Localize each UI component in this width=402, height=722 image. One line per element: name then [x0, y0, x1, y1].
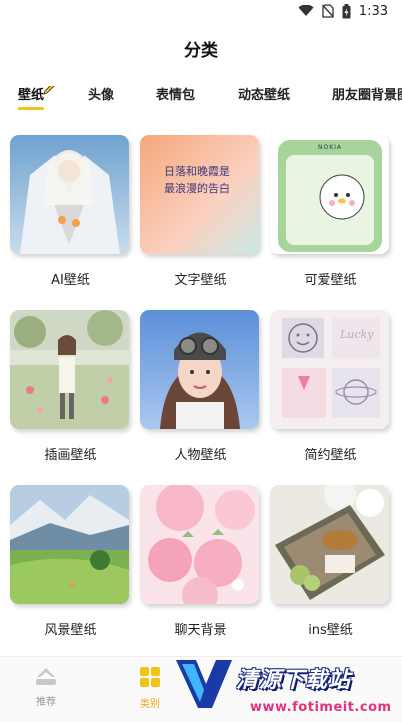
- ai-wallpaper-thumbnail: [10, 135, 129, 254]
- battery-icon: [342, 3, 351, 18]
- page-title: 分类: [184, 41, 218, 61]
- tab-moments-background[interactable]: 朋友圈背景图: [332, 86, 402, 106]
- tab-label: 壁纸: [18, 88, 45, 103]
- illustration-wallpaper-thumbnail: [10, 310, 129, 429]
- status-bar: 1:33: [0, 0, 402, 22]
- chat-background-thumbnail: [140, 485, 259, 604]
- category-card-people[interactable]: 人物壁纸: [140, 310, 261, 463]
- category-icon: [140, 667, 160, 687]
- watermark-title: 清源下载站: [236, 668, 352, 693]
- no-sim-icon: [321, 4, 334, 18]
- recommend-icon: [36, 668, 56, 685]
- category-card-landscape[interactable]: 风景壁纸: [10, 485, 131, 638]
- category-card-text[interactable]: 日落和晚霞是最浪漫的告白 文字壁纸: [140, 135, 261, 288]
- watermark-logo: [176, 660, 232, 708]
- status-time: 1:33: [358, 3, 388, 19]
- category-card-minimal[interactable]: Lucky 简约壁纸: [270, 310, 391, 463]
- category-label: 风景壁纸: [44, 623, 97, 638]
- category-label: AI壁纸: [51, 273, 90, 288]
- category-label: 可爱壁纸: [304, 273, 357, 288]
- landscape-wallpaper-thumbnail: [10, 485, 129, 604]
- nav-label: 推荐: [36, 697, 56, 708]
- people-wallpaper-thumbnail: [140, 310, 259, 429]
- watermark-url: www.fotimeit.com: [250, 700, 392, 715]
- category-label: 简约壁纸: [304, 448, 357, 463]
- category-card-chat-background[interactable]: 聊天背景: [140, 485, 261, 638]
- category-card-cute[interactable]: NOKIA 可爱壁纸: [270, 135, 391, 288]
- minimal-wallpaper-thumbnail: Lucky: [270, 310, 389, 429]
- category-label: 插画壁纸: [44, 448, 97, 463]
- category-label: 聊天背景: [174, 623, 227, 638]
- tab-avatar[interactable]: 头像: [88, 86, 114, 106]
- thumbnail-text: Lucky: [340, 328, 374, 341]
- pencil-icon: [43, 86, 55, 95]
- category-tabs: 壁纸 头像 表情包 动态壁纸 朋友圈背景图: [18, 86, 402, 110]
- text-wallpaper-thumbnail: 日落和晚霞是最浪漫的告白: [140, 135, 259, 254]
- thumbnail-text: 日落和晚霞是最浪漫的告白: [164, 165, 230, 195]
- wifi-icon: [298, 5, 314, 16]
- category-card-ai[interactable]: AI壁纸: [10, 135, 131, 288]
- tab-wallpaper[interactable]: 壁纸: [18, 86, 55, 110]
- site-watermark: 清源下载站 www.fotimeit.com: [170, 650, 402, 721]
- category-label: 文字壁纸: [174, 273, 227, 288]
- cute-wallpaper-thumbnail: NOKIA: [270, 135, 389, 254]
- category-card-ins[interactable]: ins壁纸: [270, 485, 391, 638]
- category-label: 人物壁纸: [174, 448, 227, 463]
- category-card-illustration[interactable]: 插画壁纸: [10, 310, 131, 463]
- tab-stickers[interactable]: 表情包: [156, 86, 195, 106]
- ins-wallpaper-thumbnail: [270, 485, 389, 604]
- active-tab-indicator: [18, 107, 44, 110]
- category-label: ins壁纸: [308, 623, 353, 638]
- tab-live-wallpaper[interactable]: 动态壁纸: [238, 86, 290, 106]
- thumbnail-text: NOKIA: [318, 144, 343, 151]
- nav-recommend[interactable]: 推荐: [16, 665, 76, 708]
